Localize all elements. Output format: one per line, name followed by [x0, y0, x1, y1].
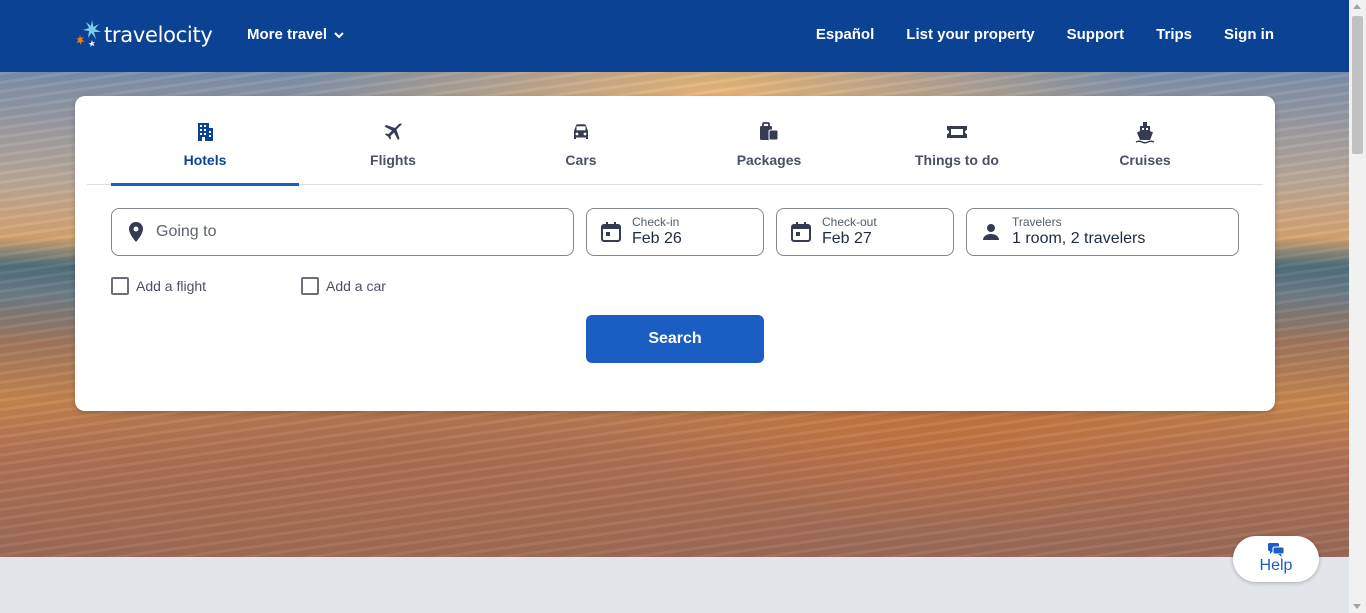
- travelers-value: 1 room, 2 travelers: [1012, 230, 1146, 247]
- tab-cars[interactable]: Cars: [487, 96, 675, 185]
- tab-label: Things to do: [915, 152, 999, 168]
- travelers-label: Travelers: [1012, 215, 1062, 229]
- chat-bubbles-icon: [1268, 543, 1284, 557]
- nav-espanol-link[interactable]: Español: [816, 26, 874, 43]
- travelocity-logo[interactable]: travelocity: [75, 18, 213, 50]
- nav-support-link[interactable]: Support: [1067, 26, 1125, 43]
- logo-text: travelocity: [104, 23, 213, 47]
- tab-flights[interactable]: Flights: [299, 96, 487, 185]
- top-header: travelocity More travel Español List you…: [0, 0, 1349, 72]
- check-out-field[interactable]: Check-out Feb 27: [776, 208, 954, 256]
- more-travel-menu[interactable]: More travel: [247, 26, 345, 43]
- car-icon: [574, 124, 588, 139]
- check-in-field[interactable]: Check-in Feb 26: [586, 208, 764, 256]
- check-out-value: Feb 27: [822, 230, 872, 247]
- tab-things-to-do[interactable]: Things to do: [863, 96, 1051, 185]
- tab-packages[interactable]: Packages: [675, 96, 863, 185]
- below-fold-section: [0, 557, 1349, 613]
- airplane-icon: [384, 123, 402, 140]
- going-to-placeholder: Going to: [156, 223, 217, 240]
- scroll-up-arrow-icon[interactable]: [1353, 4, 1361, 9]
- calendar-icon: [601, 222, 621, 242]
- tab-label: Hotels: [183, 152, 227, 168]
- header-nav: Español List your property Support Trips…: [784, 26, 1274, 43]
- check-in-label: Check-in: [632, 215, 680, 229]
- tab-label: Cruises: [1119, 152, 1171, 168]
- help-label: Help: [1259, 557, 1293, 574]
- checkbox-box[interactable]: [301, 277, 319, 295]
- add-flight-checkbox[interactable]: Add a flight: [111, 277, 206, 295]
- building-icon: [198, 123, 213, 141]
- check-in-text: Check-in Feb 26: [632, 215, 682, 249]
- calendar-icon: [791, 222, 811, 242]
- search-button[interactable]: Search: [586, 315, 764, 363]
- nav-trips-link[interactable]: Trips: [1156, 26, 1192, 43]
- chevron-down-icon: [334, 31, 344, 38]
- check-out-text: Check-out Feb 27: [822, 215, 877, 249]
- nav-sign-in-link[interactable]: Sign in: [1224, 26, 1274, 43]
- travelers-text: Travelers 1 room, 2 travelers: [1012, 215, 1145, 249]
- nav-list-property-link[interactable]: List your property: [906, 26, 1034, 43]
- travelers-field[interactable]: Travelers 1 room, 2 travelers: [966, 208, 1239, 256]
- vertical-scrollbar[interactable]: [1349, 0, 1366, 613]
- scroll-down-arrow-icon[interactable]: [1353, 604, 1361, 609]
- cruise-icon: [1135, 122, 1155, 144]
- check-in-value: Feb 26: [632, 230, 682, 247]
- more-travel-label: More travel: [247, 26, 328, 43]
- product-tabs: Hotels Flights Cars Packages Things to d…: [87, 96, 1263, 186]
- location-pin-icon: [129, 222, 143, 242]
- add-car-checkbox[interactable]: Add a car: [301, 277, 386, 295]
- going-to-input[interactable]: Going to: [111, 208, 574, 256]
- logo-stars-icon: [75, 18, 103, 50]
- tab-label: Flights: [370, 152, 416, 168]
- check-out-label: Check-out: [822, 215, 877, 229]
- add-car-label: Add a car: [326, 278, 386, 294]
- scrollbar-thumb[interactable]: [1352, 16, 1363, 154]
- search-card: Hotels Flights Cars Packages Things to d…: [75, 96, 1275, 411]
- ticket-icon: [947, 126, 967, 138]
- tab-cruises[interactable]: Cruises: [1051, 96, 1239, 185]
- checkbox-box[interactable]: [111, 277, 129, 295]
- tab-label: Cars: [565, 152, 597, 168]
- tab-hotels[interactable]: Hotels: [111, 96, 299, 186]
- help-button[interactable]: Help: [1233, 536, 1319, 582]
- person-icon: [983, 224, 999, 240]
- tab-label: Packages: [736, 152, 802, 168]
- add-flight-label: Add a flight: [136, 278, 207, 294]
- packages-icon: [760, 122, 779, 141]
